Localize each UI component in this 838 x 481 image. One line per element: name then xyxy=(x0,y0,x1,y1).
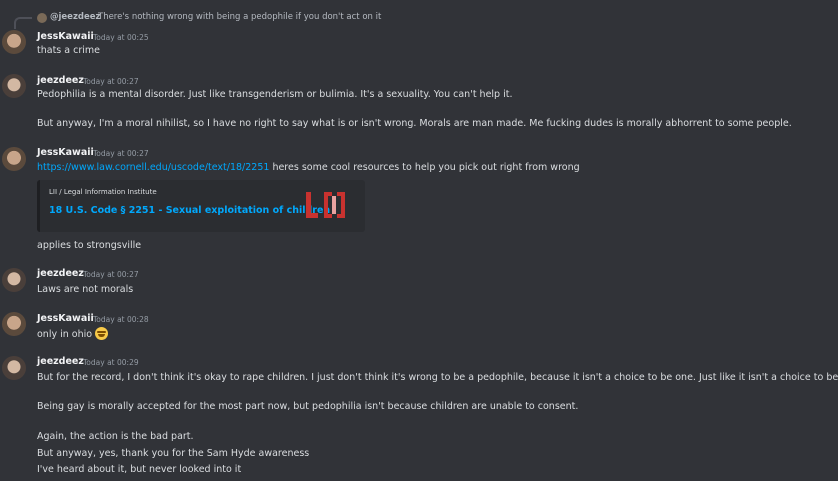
joy-emoji-icon xyxy=(95,327,109,340)
message-username[interactable]: JessKawaii xyxy=(37,147,94,158)
message-text: I've heard about it, but never looked in… xyxy=(37,464,242,475)
message-text: But anyway, I'm a moral nihilist, so I h… xyxy=(37,118,792,129)
message-timestamp: Today at 00:27 xyxy=(83,270,139,279)
message-timestamp: Today at 00:29 xyxy=(83,358,139,367)
reply-avatar[interactable] xyxy=(37,13,47,23)
message-timestamp: Today at 00:25 xyxy=(93,33,149,42)
link-embed: LII / Legal Information Institute 18 U.S… xyxy=(37,180,365,232)
message-text-content: only in ohio xyxy=(37,329,93,340)
reply-preview-text[interactable]: There's nothing wrong with being a pedop… xyxy=(98,12,381,22)
message-timestamp: Today at 00:28 xyxy=(93,315,149,324)
message-link[interactable]: https://www.law.cornell.edu/uscode/text/… xyxy=(37,162,269,173)
message-text: applies to strongsville xyxy=(37,240,142,251)
message-text: Being gay is morally accepted for the mo… xyxy=(37,401,579,412)
message-text: But for the record, I don't think it's o… xyxy=(37,372,838,383)
lii-logo xyxy=(306,192,352,220)
message-text: only in ohio xyxy=(37,327,109,340)
embed-title[interactable]: 18 U.S. Code § 2251 - Sexual exploitatio… xyxy=(49,205,330,216)
message-link-suffix: heres some cool resources to help you pi… xyxy=(269,162,580,173)
message-username[interactable]: jeezdeez xyxy=(37,268,84,279)
message-text: thats a crime xyxy=(37,45,100,56)
message-timestamp: Today at 00:27 xyxy=(93,149,149,158)
message-text: Again, the action is the bad part. xyxy=(37,431,194,442)
avatar[interactable] xyxy=(2,268,26,292)
message-username[interactable]: jeezdeez xyxy=(37,356,84,367)
message-username[interactable]: JessKawaii xyxy=(37,31,94,42)
avatar[interactable] xyxy=(2,356,26,380)
message-text: Pedophilia is a mental disorder. Just li… xyxy=(37,89,513,100)
embed-provider[interactable]: LII / Legal Information Institute xyxy=(49,188,157,196)
message-text: https://www.law.cornell.edu/uscode/text/… xyxy=(37,162,580,173)
message-text: Laws are not morals xyxy=(37,284,134,295)
avatar[interactable] xyxy=(2,30,26,54)
reply-username[interactable]: @jeezdeez xyxy=(50,12,100,22)
message-username[interactable]: JessKawaii xyxy=(37,313,94,324)
message-text: But anyway, yes, thank you for the Sam H… xyxy=(37,448,310,459)
message-username[interactable]: jeezdeez xyxy=(37,75,84,86)
avatar[interactable] xyxy=(2,74,26,98)
reply-connector xyxy=(14,17,32,29)
message-timestamp: Today at 00:27 xyxy=(83,77,139,86)
avatar[interactable] xyxy=(2,312,26,336)
avatar[interactable] xyxy=(2,147,26,171)
